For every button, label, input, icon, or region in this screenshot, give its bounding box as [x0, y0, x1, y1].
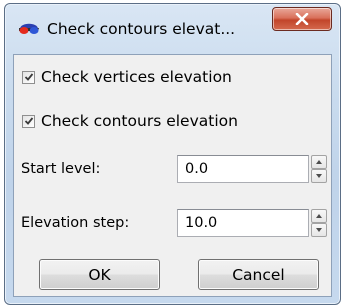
start-level-input[interactable]: [177, 155, 309, 183]
checkbox-vertices[interactable]: [22, 70, 35, 84]
check-vertices-elevation[interactable]: Check vertices elevation: [22, 68, 232, 86]
start-level-decrement-button[interactable]: [311, 169, 327, 183]
elevation-step-label: Elevation step:: [21, 215, 130, 231]
arrow-up-icon: [316, 160, 322, 164]
arrow-down-icon: [316, 174, 322, 178]
checkmark-icon: [24, 73, 33, 81]
close-icon: [295, 13, 309, 25]
arrow-down-icon: [316, 228, 322, 232]
check-vertices-label: Check vertices elevation: [41, 68, 232, 86]
elevation-step-decrement-button[interactable]: [311, 223, 327, 237]
ok-button[interactable]: OK: [39, 259, 160, 290]
start-level-increment-button[interactable]: [311, 155, 327, 169]
elevation-step-spinbox[interactable]: [177, 209, 335, 237]
window-title: Check contours elevat...: [47, 20, 236, 38]
start-level-spinbox[interactable]: [177, 155, 335, 183]
elevation-step-increment-button[interactable]: [311, 209, 327, 223]
elevation-step-spin-buttons: [311, 209, 327, 237]
checkbox-contours[interactable]: [22, 114, 35, 128]
check-contours-label: Check contours elevation: [41, 112, 238, 130]
check-contours-elevation[interactable]: Check contours elevation: [22, 112, 238, 130]
start-level-spin-buttons: [311, 155, 327, 183]
stereo-glasses-icon: [18, 19, 40, 37]
checkmark-icon: [24, 117, 33, 125]
dialog-client-area: Check vertices elevation Check contours …: [13, 54, 332, 297]
dialog-window: Check contours elevat... Check vertices …: [4, 3, 341, 305]
start-level-label: Start level:: [21, 161, 101, 177]
close-button[interactable]: [272, 7, 332, 31]
elevation-step-input[interactable]: [177, 209, 309, 237]
cancel-button[interactable]: Cancel: [198, 259, 319, 290]
arrow-up-icon: [316, 214, 322, 218]
title-bar[interactable]: Check contours elevat...: [5, 4, 340, 52]
